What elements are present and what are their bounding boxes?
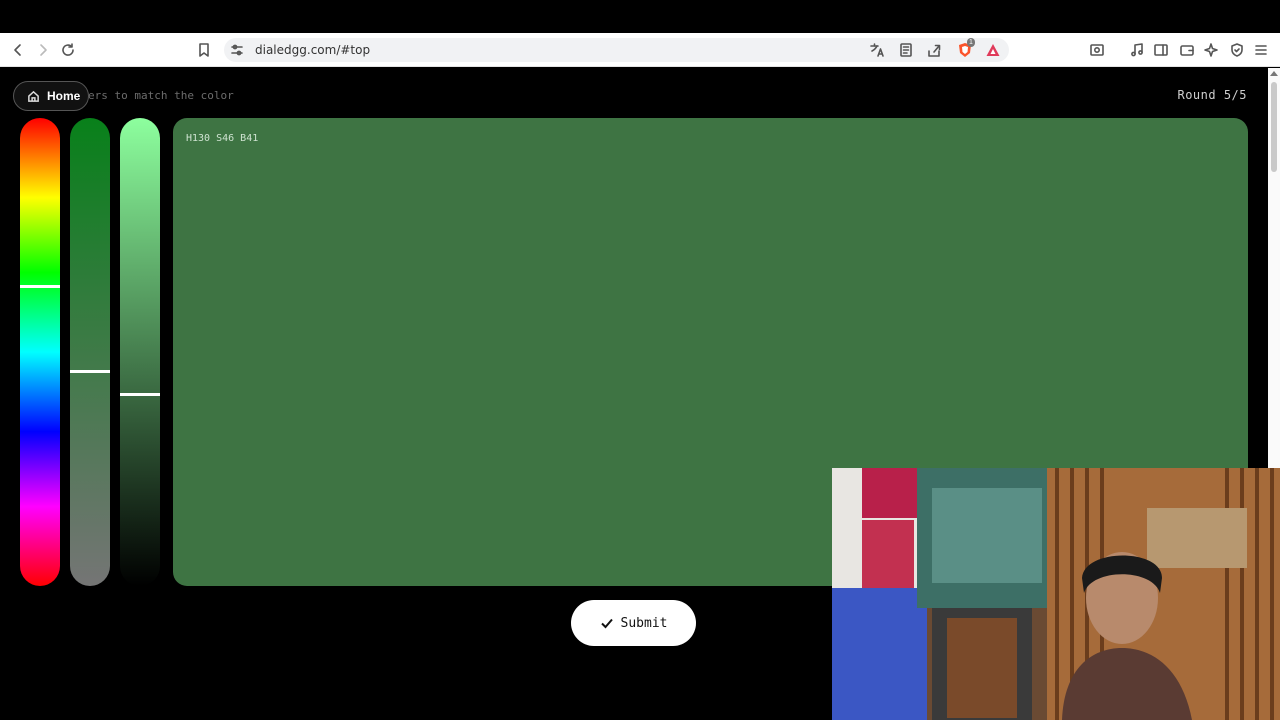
translate-icon[interactable] bbox=[867, 40, 887, 60]
address-bar[interactable]: dialedgg.com/#top 1 bbox=[224, 38, 1009, 62]
home-label: Home bbox=[47, 89, 81, 103]
color-value-label: H130 S46 B41 bbox=[186, 133, 259, 144]
media-icon[interactable] bbox=[1127, 40, 1147, 60]
bookmark-icon[interactable] bbox=[194, 40, 214, 60]
checkmark-icon bbox=[600, 618, 613, 629]
submit-button[interactable]: Submit bbox=[571, 600, 696, 646]
instruction-text: ers to match the color bbox=[88, 89, 234, 102]
share-icon[interactable] bbox=[924, 40, 944, 60]
submit-label: Submit bbox=[620, 615, 668, 631]
leo-ai-icon[interactable] bbox=[1201, 40, 1221, 60]
scroll-up-arrow-icon[interactable] bbox=[1270, 71, 1278, 76]
menu-icon[interactable] bbox=[1251, 40, 1271, 60]
window-top-strip bbox=[0, 0, 1280, 33]
sidebar-screenshot-icon[interactable] bbox=[1087, 40, 1107, 60]
sidebar-toggle-icon[interactable] bbox=[1151, 40, 1171, 60]
scrollbar-thumb[interactable] bbox=[1271, 82, 1277, 172]
brightness-slider[interactable] bbox=[120, 118, 160, 586]
brave-rewards-icon[interactable] bbox=[983, 40, 1003, 60]
saturation-slider[interactable] bbox=[70, 118, 110, 586]
wallet-icon[interactable] bbox=[1177, 40, 1197, 60]
hue-slider-thumb[interactable] bbox=[20, 285, 60, 288]
home-icon bbox=[28, 90, 39, 102]
vpn-icon[interactable] bbox=[1227, 40, 1247, 60]
webcam-feed-image bbox=[832, 468, 1280, 720]
saturation-slider-thumb[interactable] bbox=[70, 370, 110, 373]
brightness-slider-thumb[interactable] bbox=[120, 393, 160, 396]
reload-icon[interactable] bbox=[58, 40, 78, 60]
site-settings-icon[interactable] bbox=[227, 40, 247, 60]
brave-shields-icon[interactable]: 1 bbox=[955, 38, 975, 60]
shields-badge: 1 bbox=[967, 38, 975, 47]
reader-mode-icon[interactable] bbox=[896, 40, 916, 60]
round-counter: Round 5/5 bbox=[1177, 88, 1247, 102]
url-text[interactable]: dialedgg.com/#top bbox=[255, 43, 370, 57]
hue-slider[interactable] bbox=[20, 118, 60, 586]
back-icon[interactable] bbox=[8, 40, 28, 60]
home-button[interactable]: Home bbox=[13, 81, 89, 111]
webcam-overlay bbox=[832, 468, 1280, 720]
forward-icon[interactable] bbox=[33, 40, 53, 60]
